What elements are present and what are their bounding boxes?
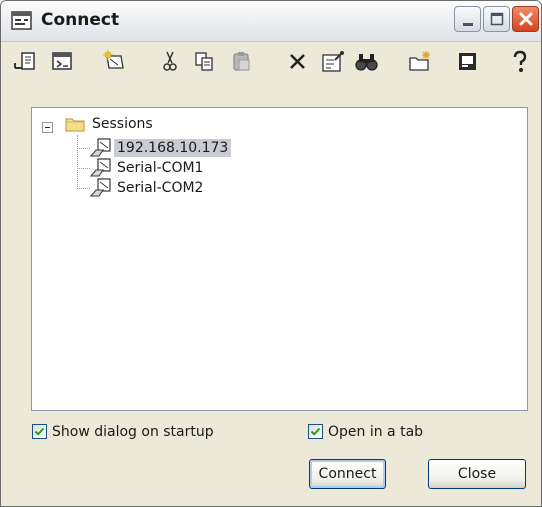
tree-node-label: Serial-COM1 xyxy=(117,160,204,176)
cut-button[interactable] xyxy=(156,48,184,76)
checkbox-box[interactable] xyxy=(308,424,323,439)
find-icon xyxy=(355,54,378,71)
collapse-toggle-icon[interactable] xyxy=(42,122,53,133)
title-bar[interactable]: Connect xyxy=(1,1,541,42)
help-button[interactable] xyxy=(506,48,534,76)
paste-button[interactable] xyxy=(228,48,256,76)
folder-icon xyxy=(65,115,85,133)
checkbox-label: Open in a tab xyxy=(328,424,424,440)
maximize-button[interactable] xyxy=(483,6,510,32)
tree-node-sessions-folder[interactable]: Sessions xyxy=(32,114,232,134)
close-button[interactable]: Close xyxy=(428,459,526,489)
new-folder-icon xyxy=(409,51,430,71)
connect-in-tab-button[interactable] xyxy=(49,48,77,76)
checkbox-label: Show dialog on startup xyxy=(52,424,214,440)
checkbox-box[interactable] xyxy=(32,424,47,439)
find-button[interactable] xyxy=(353,48,381,76)
app-window-icon xyxy=(10,9,34,33)
tree-connector xyxy=(77,148,90,149)
delete-button[interactable] xyxy=(284,48,312,76)
connect-dialog: Connect Sessions 192.168.10.173 Serial-C… xyxy=(0,0,542,507)
checkmark-icon xyxy=(34,427,45,436)
paste-icon xyxy=(233,52,250,71)
session-tree[interactable]: Sessions 192.168.10.173 Serial-COM1 Seri… xyxy=(31,107,528,411)
tree-node-label: Serial-COM2 xyxy=(117,180,204,196)
window-title: Connect xyxy=(41,10,120,30)
properties-icon xyxy=(322,51,344,72)
minimize-icon xyxy=(463,23,473,26)
tree-node-session[interactable]: Serial-COM2 xyxy=(89,178,310,198)
tree-node-session[interactable]: Serial-COM1 xyxy=(89,158,310,178)
close-icon xyxy=(519,12,533,26)
toolbar xyxy=(1,42,541,82)
quick-connect-icon xyxy=(14,52,35,70)
checkmark-icon xyxy=(310,427,321,436)
session-icon xyxy=(89,178,112,198)
properties-button[interactable] xyxy=(319,48,347,76)
connect-button[interactable]: Connect xyxy=(309,459,386,489)
session-icon xyxy=(89,138,112,158)
tree-connector xyxy=(77,188,90,189)
desktop-shortcut-icon xyxy=(459,53,476,70)
tree-connector xyxy=(77,135,78,187)
tree-node-session[interactable]: 192.168.10.173 xyxy=(89,138,310,158)
session-icon xyxy=(89,158,112,178)
quick-connect-button[interactable] xyxy=(11,48,39,76)
minimize-button[interactable] xyxy=(454,6,481,32)
help-icon xyxy=(513,50,527,72)
new-session-icon xyxy=(103,50,124,69)
open-in-a-tab-checkbox[interactable]: Open in a tab xyxy=(308,422,508,442)
connect-in-tab-icon xyxy=(52,52,72,70)
close-window-button[interactable] xyxy=(512,6,539,32)
tree-node-label: Sessions xyxy=(92,116,153,132)
new-session-button[interactable] xyxy=(101,48,129,76)
desktop-shortcut-button[interactable] xyxy=(454,48,482,76)
show-dialog-on-startup-checkbox[interactable]: Show dialog on startup xyxy=(32,422,252,442)
new-folder-button[interactable] xyxy=(407,48,435,76)
copy-button[interactable] xyxy=(191,48,219,76)
tree-connector xyxy=(77,168,90,169)
cut-icon xyxy=(163,51,177,71)
maximize-icon xyxy=(490,12,504,26)
tree-node-label: 192.168.10.173 xyxy=(114,139,232,157)
copy-icon xyxy=(195,52,213,71)
delete-icon xyxy=(290,54,305,69)
